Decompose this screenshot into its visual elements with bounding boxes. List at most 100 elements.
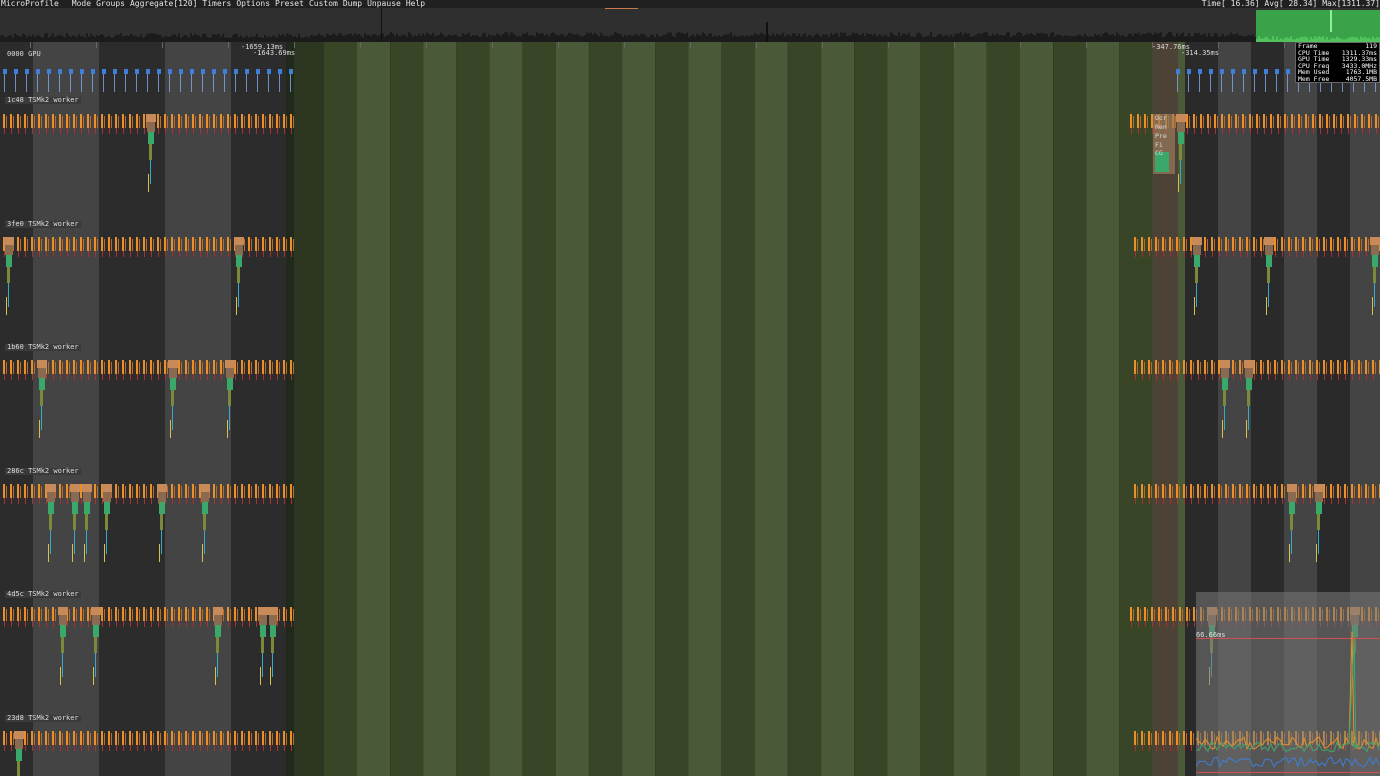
cpu-timer bbox=[1183, 360, 1185, 374]
cpu-timer bbox=[153, 239, 154, 251]
timeline-view[interactable] bbox=[0, 42, 1380, 776]
frame-overview-graph[interactable] bbox=[0, 8, 1380, 42]
menu-timers[interactable]: Timers bbox=[202, 0, 231, 8]
thread-label-3fe0[interactable]: 3fe0 TSMk2 worker bbox=[5, 221, 81, 228]
cpu-timer bbox=[13, 116, 14, 128]
cpu-timer-sub bbox=[249, 251, 250, 257]
cpu-timer-sub bbox=[11, 374, 12, 380]
menu-aggregate[interactable]: Aggregate[120] bbox=[130, 0, 197, 8]
overview-bar bbox=[830, 33, 832, 42]
overview-bar bbox=[1058, 34, 1060, 42]
gpu-timer bbox=[102, 69, 106, 74]
cpu-timer bbox=[1224, 116, 1225, 128]
cpu-timer bbox=[1133, 116, 1134, 128]
cpu-timer bbox=[178, 731, 180, 745]
cpu-timer bbox=[1242, 486, 1243, 498]
overview-bar bbox=[1122, 34, 1124, 42]
cpu-timer bbox=[73, 237, 75, 251]
overview-bar bbox=[1096, 35, 1098, 42]
cpu-timer-sub bbox=[277, 128, 278, 134]
overview-bar bbox=[652, 34, 654, 42]
cpu-timer bbox=[1333, 114, 1335, 128]
cpu-timer-sub bbox=[1194, 621, 1195, 627]
menu-options[interactable]: Options bbox=[236, 0, 270, 8]
thread-label-gpu[interactable]: 0000 GPU bbox=[5, 51, 43, 58]
cpu-timer bbox=[1305, 239, 1306, 251]
overview-bar bbox=[1108, 34, 1110, 42]
menu-unpause[interactable]: Unpause bbox=[367, 0, 401, 8]
overview-bar bbox=[676, 32, 678, 42]
overview-bar bbox=[172, 34, 174, 42]
cpu-timer-sub bbox=[270, 498, 271, 504]
cpu-timer-sub bbox=[32, 621, 33, 627]
cpu-timer-sub bbox=[1282, 374, 1283, 380]
cpu-timer bbox=[1231, 116, 1232, 128]
timer-burst-green bbox=[170, 378, 176, 390]
thread-label-286c[interactable]: 286c TSMk2 worker bbox=[5, 468, 81, 475]
pause-band bbox=[324, 42, 357, 776]
cpu-timer-sub bbox=[1275, 251, 1276, 257]
cpu-timer-sub bbox=[193, 745, 194, 751]
cpu-timer bbox=[73, 114, 75, 128]
cpu-timer bbox=[262, 114, 264, 128]
overview-bar bbox=[756, 34, 758, 42]
menu-mode[interactable]: Mode bbox=[72, 0, 91, 8]
cpu-timer bbox=[1207, 362, 1208, 374]
overview-bar bbox=[1248, 35, 1250, 42]
cpu-timer bbox=[52, 237, 54, 251]
thread-label-4d5c[interactable]: 4d5c TSMk2 worker bbox=[5, 591, 81, 598]
overview-bar bbox=[686, 32, 688, 42]
timer-graph-panel[interactable] bbox=[1196, 592, 1380, 776]
overview-bar bbox=[956, 33, 958, 42]
overview-bar bbox=[960, 32, 962, 42]
thread-label-23d8[interactable]: 23d8 TSMk2 worker bbox=[5, 715, 81, 722]
menu-dump[interactable]: Dump bbox=[343, 0, 362, 8]
cpu-timer bbox=[125, 609, 126, 621]
overview-peak bbox=[1330, 10, 1332, 32]
overview-bar bbox=[780, 34, 782, 42]
overview-bar bbox=[1204, 33, 1206, 42]
cpu-timer-sub bbox=[74, 251, 75, 257]
overview-bar bbox=[836, 33, 838, 42]
cpu-timer bbox=[48, 362, 49, 374]
menu-preset[interactable]: Preset bbox=[275, 0, 304, 8]
cpu-timer bbox=[174, 733, 175, 745]
cpu-timer bbox=[178, 607, 180, 621]
cpu-timer bbox=[1165, 733, 1166, 745]
timer-burst-head bbox=[146, 114, 156, 122]
cpu-timer bbox=[27, 733, 28, 745]
cpu-timer-sub bbox=[1373, 374, 1374, 380]
cpu-timer bbox=[146, 733, 147, 745]
menu-groups[interactable]: Groups bbox=[96, 0, 125, 8]
gpu-timer-stem bbox=[1188, 74, 1189, 92]
timer-burst-tail bbox=[159, 544, 160, 562]
pause-band bbox=[987, 42, 1020, 776]
overview-bar bbox=[1080, 35, 1082, 42]
thread-label-1b60[interactable]: 1b60 TSMk2 worker bbox=[5, 344, 81, 351]
cpu-timer bbox=[1301, 116, 1302, 128]
timer-burst bbox=[1265, 245, 1273, 255]
pause-band bbox=[489, 42, 523, 776]
thread-label-1c48[interactable]: 1c48 TSMk2 worker bbox=[5, 97, 81, 104]
overview-bar bbox=[798, 33, 800, 42]
cpu-timer bbox=[1190, 237, 1192, 251]
overview-bar bbox=[984, 32, 986, 42]
cpu-timer-sub bbox=[1159, 621, 1160, 627]
cpu-timer bbox=[1368, 362, 1369, 374]
gpu-timer bbox=[25, 69, 29, 74]
cpu-timer bbox=[59, 731, 61, 745]
cpu-timer bbox=[1288, 360, 1290, 374]
cpu-timer bbox=[1151, 239, 1152, 251]
cpu-timer-sub bbox=[18, 251, 19, 257]
cpu-timer bbox=[1225, 237, 1227, 251]
overview-bar bbox=[954, 34, 956, 42]
cpu-timer bbox=[251, 362, 252, 374]
cpu-timer bbox=[150, 607, 152, 621]
cpu-timer-sub bbox=[1170, 251, 1171, 257]
menu-help[interactable]: Help bbox=[406, 0, 425, 8]
timer-burst-green bbox=[260, 625, 266, 637]
overview-bar bbox=[1194, 32, 1196, 42]
cpu-timer bbox=[1312, 486, 1313, 498]
menu-custom[interactable]: Custom bbox=[309, 0, 338, 8]
cpu-timer bbox=[195, 733, 196, 745]
